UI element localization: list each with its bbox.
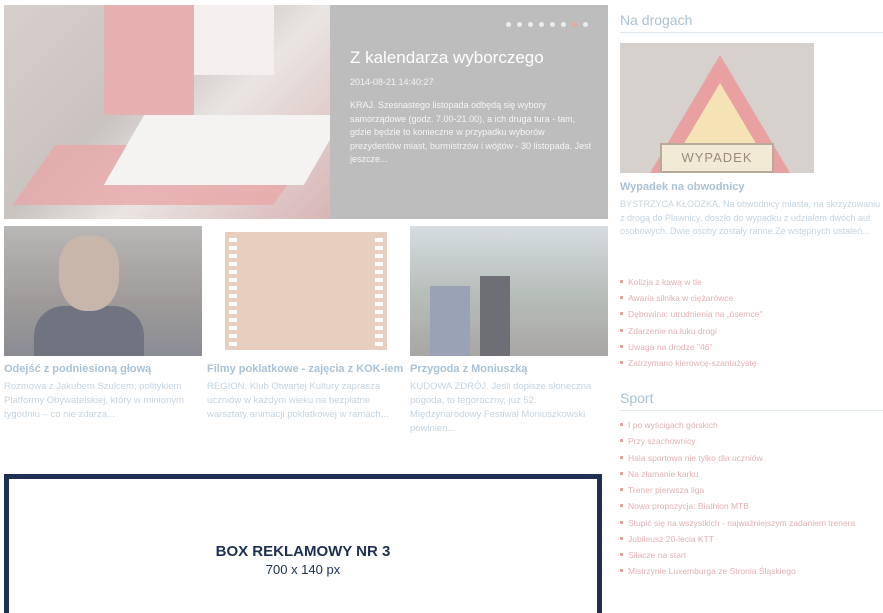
slider-dot[interactable] [561,22,566,27]
section-divider [620,32,883,33]
ad-size: 700 x 140 px [265,562,341,577]
accident-plate: WYPADEK [660,143,774,173]
slider-dot[interactable] [528,22,533,27]
news-tile-excerpt: Rozmowa z Jakubem Szulcem, politykiem Pl… [4,381,185,420]
hero-caption-panel: Z kalendarza wyborczego 2014-08-21 14:40… [330,5,608,219]
film-hole [229,334,237,338]
film-hole [229,342,237,346]
news-tile[interactable]: Filmy poklatkowe - zajęcia z KOK-iem REG… [207,226,405,422]
hero-photo[interactable] [4,5,345,219]
film-hole [229,262,237,266]
slider-dot[interactable] [506,22,511,27]
person-face-shape [59,236,119,311]
list-item[interactable]: Jubileusz 20-lecia KTT [620,531,883,547]
news-tile-excerpt: REGION. Klub Otwartej Kultury zaprasza u… [207,381,389,420]
slider-dot[interactable] [550,22,555,27]
slider-dot[interactable] [583,22,588,27]
film-hole [375,278,383,282]
flag-white-shape [194,5,274,75]
film-hole [375,334,383,338]
news-tile-title[interactable]: Przygoda z Moniuszką [410,362,608,376]
film-hole [229,294,237,298]
sport-list: I po wyścigach górskich Przy szachownicy… [620,417,883,580]
film-hole [229,238,237,242]
accident-image[interactable]: WYPADEK [620,43,814,173]
na-drogach-list: Kolizja z kawą w tle Awaria silnika w ci… [620,274,883,371]
film-hole [229,310,237,314]
film-hole [229,246,237,250]
list-item[interactable]: Uwaga na drodze "46" [620,339,883,355]
list-item[interactable]: Na złamanie karku [620,466,883,482]
crowd-shape [430,286,470,356]
film-hole [229,302,237,306]
film-hole [375,238,383,242]
list-item[interactable]: I po wyścigach górskich [620,417,883,433]
news-tile[interactable]: Odejść z podniesioną głową Rozmowa z Jak… [4,226,202,422]
news-tile-excerpt: KUDOWA ZDRÓJ. Jeśli dopisze słoneczna po… [410,381,592,434]
slider-dots[interactable] [506,22,588,27]
list-item[interactable]: Zdarzenie na łuku drogi [620,323,883,339]
ballot-box-white-shape [103,115,345,185]
news-tile-image[interactable] [4,226,202,356]
film-hole [375,342,383,346]
news-tile-image[interactable] [410,226,608,356]
ad-box[interactable]: BOX REKLAMOWY NR 3 700 x 140 px [4,474,602,613]
list-item[interactable]: Hala sportowa nie tylko dla uczniów [620,450,883,466]
film-strip-shape [225,232,387,350]
film-hole [229,270,237,274]
hero-excerpt: KRAJ. Szesnastego listopada odbędą się w… [350,100,592,164]
news-tile-title[interactable]: Filmy poklatkowe - zajęcia z KOK-iem [207,362,405,376]
film-hole [375,246,383,250]
film-hole [229,278,237,282]
list-item[interactable]: Awaria silnika w ciężarówce [620,290,883,306]
film-hole [375,302,383,306]
crowd-shape [480,276,510,356]
list-item[interactable]: Mistrzynie Luxemburga ze Stronia Śląskie… [620,563,883,579]
hero-title[interactable]: Z kalendarza wyborczego [350,48,544,68]
list-item[interactable]: Trener pierwsza liga [620,482,883,498]
person-suit-shape [34,306,144,356]
film-hole [375,310,383,314]
hero-slider[interactable]: Z kalendarza wyborczego 2014-08-21 14:40… [4,5,608,219]
film-hole [375,326,383,330]
hero-date: 2014-08-21 14:40:27 [350,77,434,87]
list-item[interactable]: Nowa propozycja: Biathlon MTB [620,498,883,514]
film-hole [375,318,383,322]
film-hole [375,286,383,290]
film-hole [375,270,383,274]
news-tile[interactable]: Przygoda z Moniuszką KUDOWA ZDRÓJ. Jeśli… [410,226,608,436]
news-tile-title[interactable]: Odejść z podniesioną głową [4,362,202,376]
list-item[interactable]: Kolizja z kawą w tle [620,274,883,290]
feature-title[interactable]: Wypadek na obwodnicy [620,181,745,193]
slider-dot[interactable] [517,22,522,27]
film-hole [229,318,237,322]
slider-dot[interactable] [572,22,577,27]
film-hole [229,326,237,330]
film-hole [375,294,383,298]
section-divider [620,410,883,411]
feature-excerpt: BYSTRZYCA KŁODZKA. Na obwodnicy miasta, … [620,199,881,236]
section-heading-sport[interactable]: Sport [620,390,653,406]
flag-red-shape [104,5,194,115]
list-item[interactable]: Zatrzymano kierowcę-szantażystę [620,355,883,371]
slider-dot[interactable] [539,22,544,27]
list-item[interactable]: Siłacze na start [620,547,883,563]
news-tile-image[interactable] [207,226,405,356]
section-heading-na-drogach[interactable]: Na drogach [620,12,692,28]
film-hole [229,254,237,258]
film-hole [375,262,383,266]
list-item[interactable]: Stupić się na wszystkich - najważniejszy… [620,515,883,531]
ad-title: BOX REKLAMOWY NR 3 [215,543,391,560]
film-hole [229,286,237,290]
list-item[interactable]: Dębowina: utrudnienia na „ósemce" [620,306,883,322]
film-hole [375,254,383,258]
list-item[interactable]: Przy szachownicy [620,433,883,449]
